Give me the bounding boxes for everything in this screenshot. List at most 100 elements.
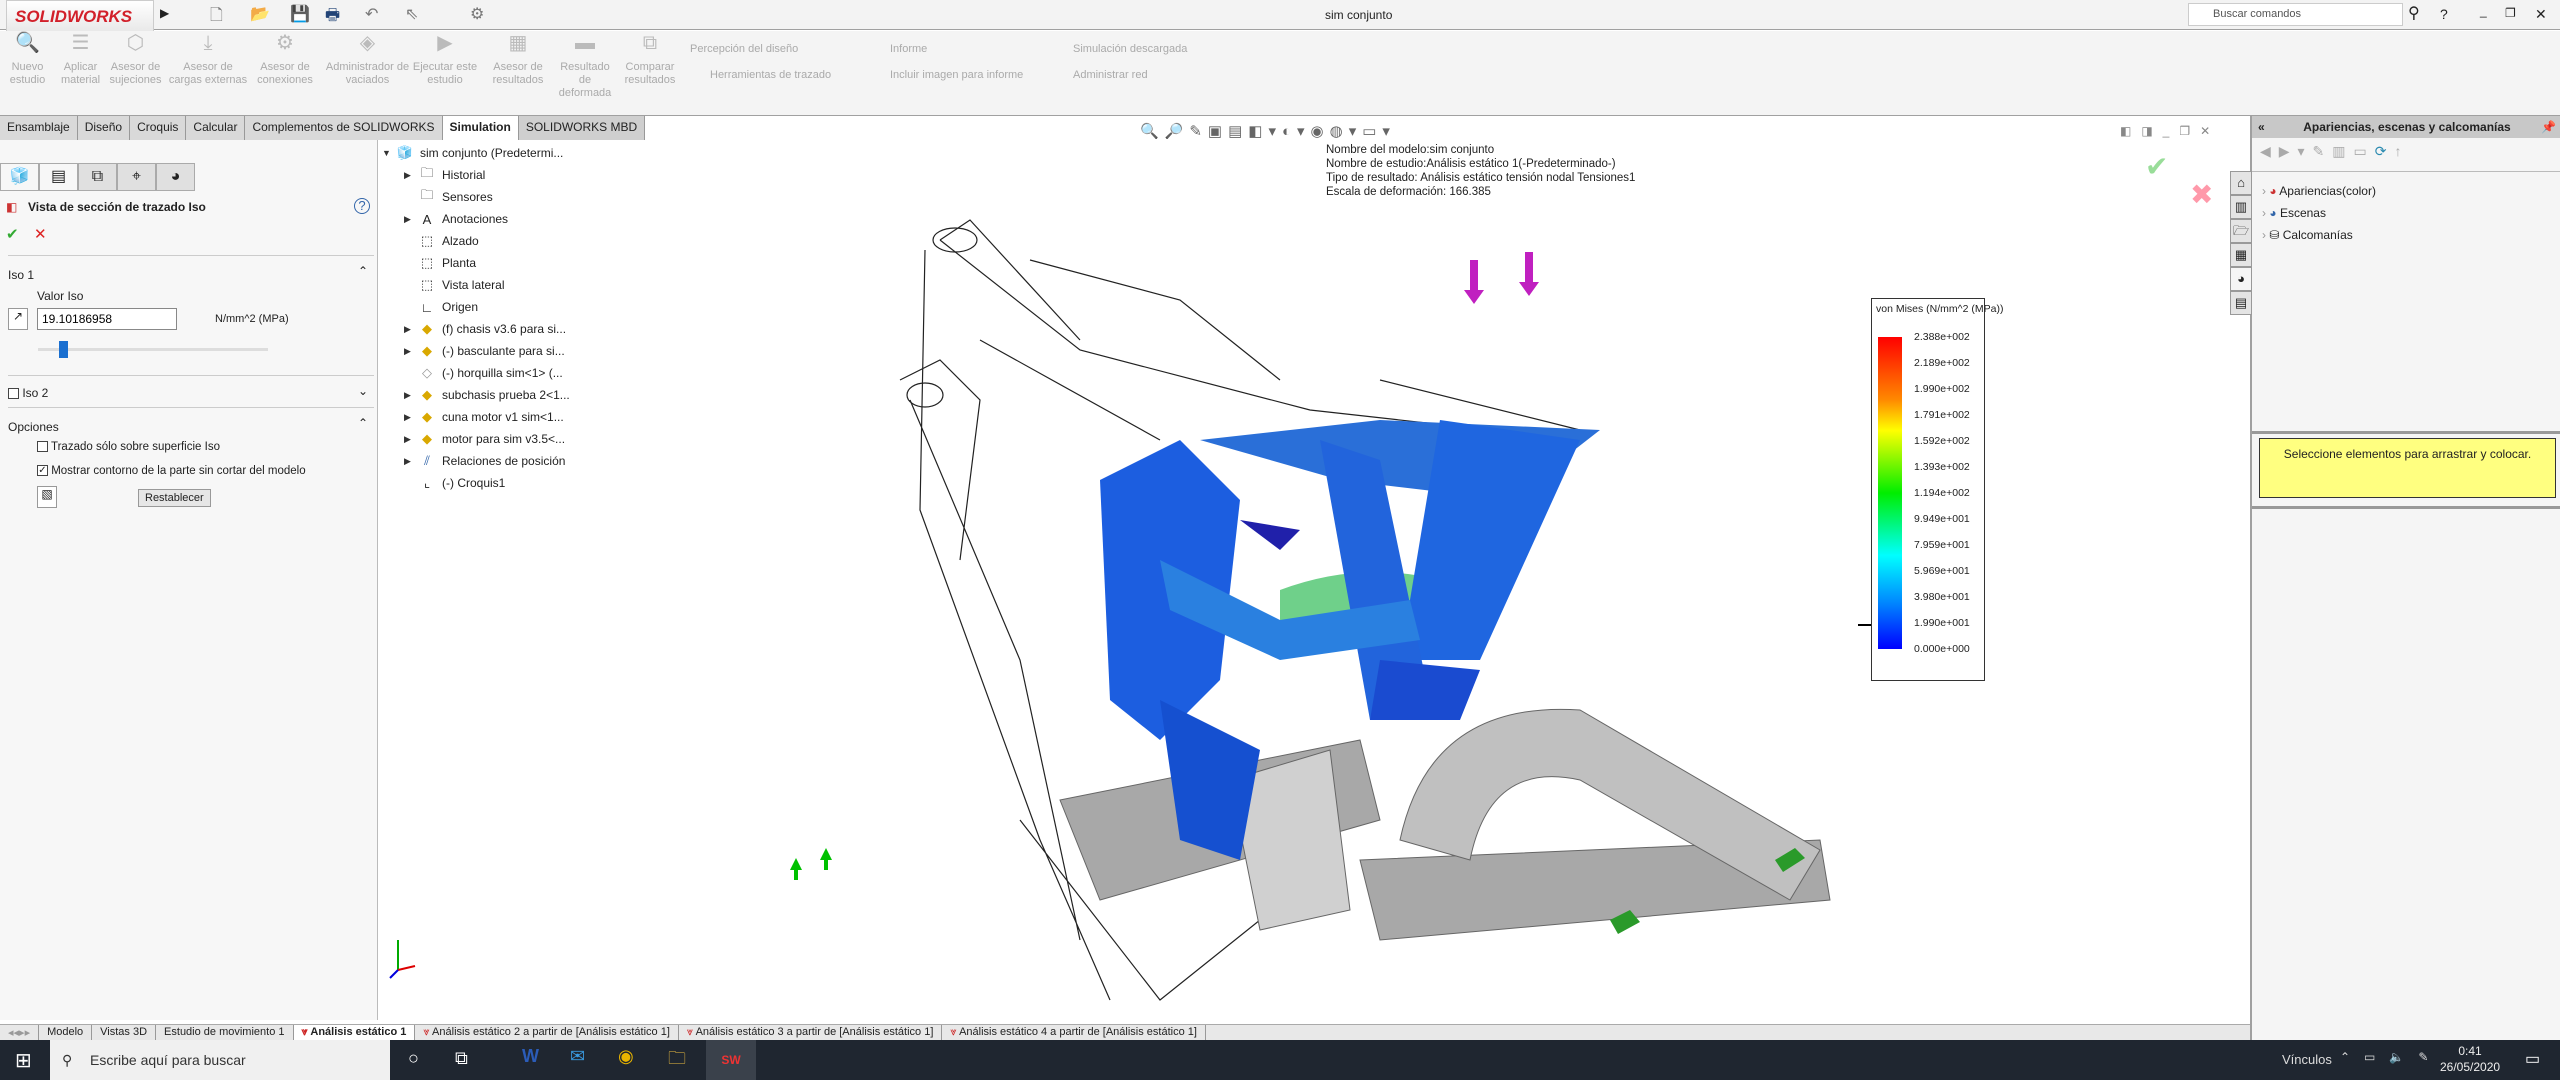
iso-slider[interactable] <box>38 348 268 351</box>
tab-modelo[interactable]: Modelo <box>39 1025 93 1040</box>
tab-analisis-2[interactable]: ⩔ Análisis estático 2 a partir de [Análi… <box>415 1025 679 1040</box>
tree-item-calcomanias[interactable]: › ⛁ Calcomanías <box>2262 224 2376 246</box>
offloaded-simulation-button[interactable]: Simulación descargada <box>1073 43 1187 55</box>
help-icon[interactable]: ? <box>2440 6 2448 22</box>
results-advisor-button[interactable]: ▦ Asesor de resultados <box>488 33 548 87</box>
cortana-icon[interactable]: ○ <box>408 1048 419 1069</box>
mail-icon[interactable]: ✉ <box>570 1046 585 1067</box>
tab-analisis-4[interactable]: ⩔ Análisis estático 4 a partir de [Análi… <box>942 1025 1206 1040</box>
ok-button[interactable]: ✔ <box>6 225 19 243</box>
links-toolbar[interactable]: Vínculos <box>2282 1052 2332 1067</box>
fixtures-button[interactable]: ⬡ Asesor de sujeciones <box>108 33 163 87</box>
tab-analisis-3[interactable]: ⩔ Análisis estático 3 a partir de [Análi… <box>679 1025 943 1040</box>
minimize-icon[interactable]: _ <box>2480 4 2487 18</box>
apply-material-button[interactable]: ☰ Aplicar material <box>58 33 103 87</box>
splitter[interactable] <box>2252 506 2560 509</box>
collapse-icon[interactable]: ⌃ <box>358 416 368 430</box>
restore-icon[interactable]: ❐ <box>2505 6 2516 20</box>
plot-tools-button[interactable]: Herramientas de trazado <box>710 69 831 81</box>
property-manager-tab-icon[interactable]: ▤ <box>39 163 78 191</box>
tab-croquis[interactable]: Croquis <box>130 116 187 140</box>
pin-icon[interactable]: 📌 <box>2541 116 2556 138</box>
tab-estudio-movimiento[interactable]: Estudio de movimiento 1 <box>156 1025 294 1040</box>
manage-network-button[interactable]: Administrar red <box>1073 69 1148 81</box>
tray-icons[interactable]: ⌃▭🔈✎ <box>2340 1050 2442 1064</box>
reset-button[interactable]: Restablecer <box>138 489 211 507</box>
tab-analisis-1[interactable]: ⩔ Análisis estático 1 <box>293 1025 416 1040</box>
external-loads-button[interactable]: ⤓ Asesor de cargas externas <box>168 33 248 87</box>
chrome-icon[interactable]: ◉ <box>618 1046 634 1067</box>
taskbar-search[interactable]: ⚲ Escribe aquí para buscar <box>50 1040 390 1080</box>
file-explorer-icon[interactable]: 🗀 <box>668 1046 686 1076</box>
solidworks-logo[interactable]: SOLIDWORKS <box>6 0 154 33</box>
collapse-pane-icon[interactable]: « <box>2258 116 2265 138</box>
task-pane-toolbar[interactable]: ◀▶▾✎▥▭⟳↑ <box>2260 143 2409 160</box>
home-icon[interactable]: ⌂ <box>2230 171 2252 195</box>
legend-tick-label: 2.189e+002 <box>1914 357 1970 369</box>
deformed-result-button[interactable]: ▬ Resultado de deformada <box>555 33 615 100</box>
dimxpert-tab-icon[interactable]: ⌖ <box>117 163 156 191</box>
report-button[interactable]: Informe <box>890 43 927 55</box>
iso2-checkbox[interactable]: Iso 2 <box>8 386 48 400</box>
legend-tick-label: 0.000e+000 <box>1914 643 1970 655</box>
feature-manager-tab-icon[interactable]: 🧊 <box>0 163 39 191</box>
tree-item-apariencias[interactable]: › ◕ Apariencias(color) <box>2262 180 2376 202</box>
collapse-icon[interactable]: ⌃ <box>358 264 368 278</box>
custom-properties-icon[interactable]: ▤ <box>2230 291 2252 315</box>
design-library-icon[interactable]: ▥ <box>2230 195 2252 219</box>
new-study-button[interactable]: 🔍 Nuevo estudio <box>5 33 50 87</box>
options-icon[interactable]: ⚙ <box>470 4 484 24</box>
iso-value-input[interactable] <box>37 308 177 330</box>
clock[interactable]: 0:41 26/05/2020 <box>2440 1043 2500 1075</box>
task-view-icon[interactable]: ⧉ <box>455 1048 468 1069</box>
include-image-button[interactable]: Incluir imagen para informe <box>890 69 1023 81</box>
solidworks-taskbar-icon[interactable]: SW <box>706 1040 756 1080</box>
design-insight-button[interactable]: Percepción del diseño <box>690 43 798 55</box>
select-icon[interactable]: ⇖ <box>405 4 418 24</box>
help-icon[interactable]: ? <box>354 198 370 214</box>
show-uncut-outline-checkbox[interactable]: ✓ Mostrar contorno de la parte sin corta… <box>37 465 306 477</box>
heads-up-view-toolbar[interactable]: 🔍🔎✎▣▤◧▾◐▾◉◍▾▭▾ <box>1140 122 1396 140</box>
search-icon[interactable]: ⚲ <box>2408 3 2420 23</box>
viewport-window-controls[interactable]: ◧◨_❐✕ <box>2120 124 2220 138</box>
iso-surface-only-checkbox[interactable]: Trazado sólo sobre superficie Iso <box>37 441 220 453</box>
open-icon[interactable]: 📂 <box>250 4 270 24</box>
drag-drop-hint: Seleccione elementos para arrastrar y co… <box>2259 438 2556 498</box>
reverse-direction-icon[interactable]: ↗ <box>8 308 28 330</box>
print-icon[interactable]: 🖶 <box>325 4 340 31</box>
iso-slider-thumb[interactable] <box>59 341 68 358</box>
notifications-icon[interactable]: ▭ <box>2525 1049 2540 1069</box>
tab-diseno[interactable]: Diseño <box>77 116 131 140</box>
tab-solidworks-mbd[interactable]: SOLIDWORKS MBD <box>518 116 646 140</box>
file-explorer-icon[interactable]: 🗁 <box>2230 219 2252 243</box>
compare-results-button[interactable]: ⧉ Comparar resultados <box>620 33 680 87</box>
new-icon[interactable]: 🗋 <box>210 4 223 31</box>
tab-ensamblaje[interactable]: Ensamblaje <box>0 116 78 140</box>
appearances-icon[interactable]: ◕ <box>2230 267 2252 291</box>
tab-scroll-arrows[interactable]: ◂◂▸▸ <box>0 1025 40 1040</box>
close-icon[interactable]: ✕ <box>2535 6 2547 23</box>
connections-button[interactable]: ⚙ Asesor de conexiones <box>255 33 315 87</box>
expand-icon[interactable]: ⌄ <box>358 384 368 398</box>
search-commands-input[interactable]: Buscar comandos <box>2188 3 2403 26</box>
menu-expand-icon[interactable]: ▶ <box>160 6 169 20</box>
run-study-button[interactable]: ▶ Ejecutar este estudio <box>410 33 480 87</box>
configuration-manager-tab-icon[interactable]: ⧉ <box>78 163 117 191</box>
tab-simulation[interactable]: Simulation <box>442 116 519 140</box>
cancel-button[interactable]: ✕ <box>34 225 47 243</box>
display-manager-tab-icon[interactable]: ◕ <box>156 163 195 191</box>
tab-complementos[interactable]: Complementos de SOLIDWORKS <box>245 116 443 140</box>
tab-calcular[interactable]: Calcular <box>186 116 246 140</box>
view-palette-icon[interactable]: ▦ <box>2230 243 2252 267</box>
splitter[interactable] <box>2252 431 2560 434</box>
shell-manager-button[interactable]: ◈ Administrador de vaciados <box>325 33 410 87</box>
stress-legend[interactable]: von Mises (N/mm^2 (MPa)) 2.388e+002 2.189… <box>1871 298 2003 681</box>
undo-icon[interactable]: ↶ <box>365 4 378 24</box>
search-icon: ⚲ <box>62 1052 73 1068</box>
windows-start-icon[interactable]: ⊞ <box>15 1048 32 1073</box>
save-icon[interactable]: 💾 <box>290 4 310 24</box>
word-icon[interactable]: W <box>522 1046 539 1067</box>
tree-item-escenas[interactable]: › ◕ Escenas <box>2262 202 2376 224</box>
tab-vistas-3d[interactable]: Vistas 3D <box>92 1025 157 1040</box>
color-plot-icon[interactable]: ▧ <box>37 486 57 508</box>
